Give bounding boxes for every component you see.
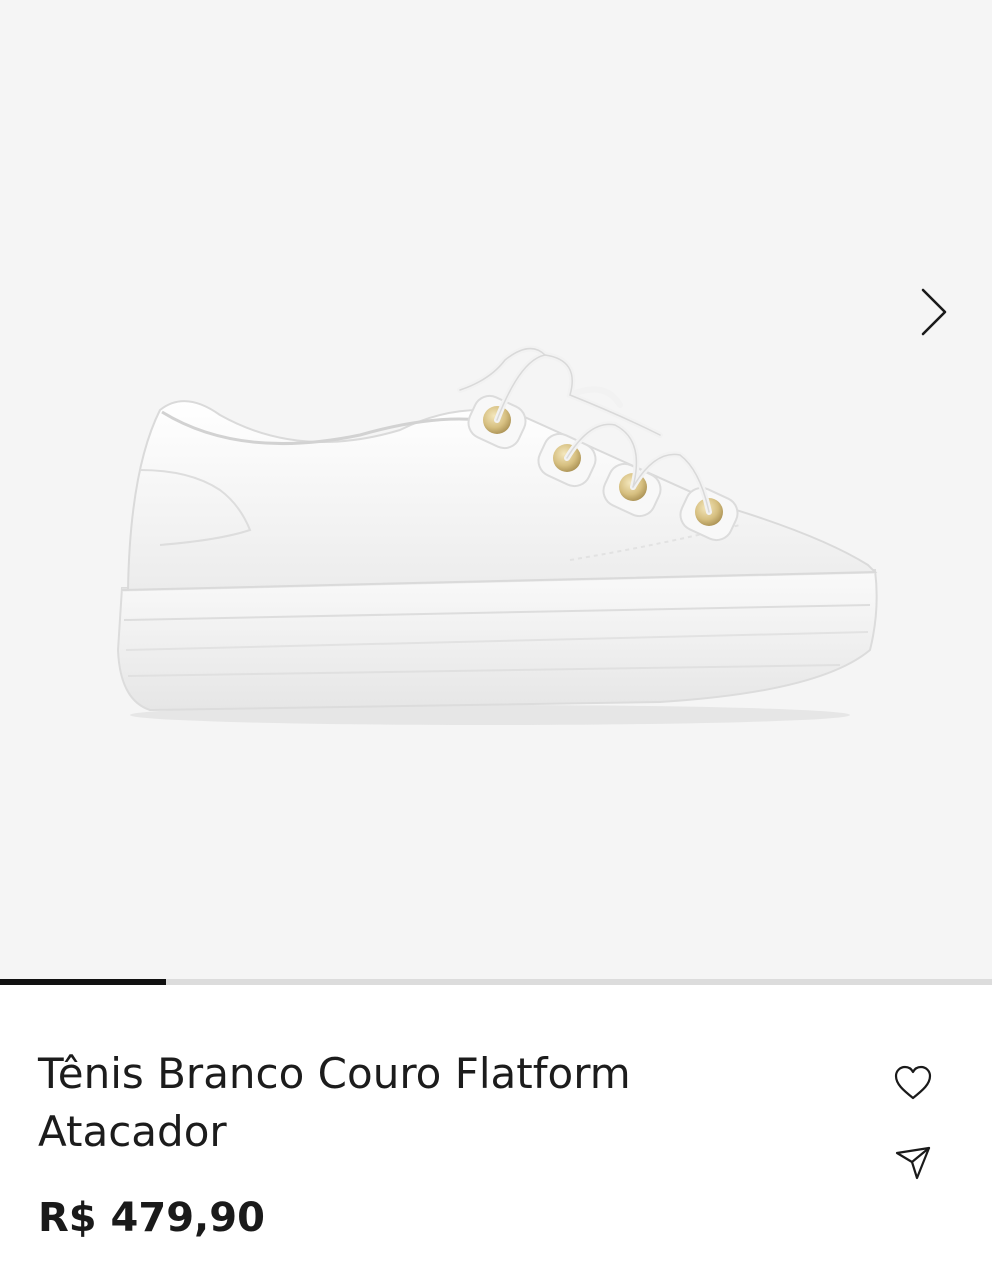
heart-icon [894, 1065, 932, 1100]
product-image-gallery[interactable] [0, 0, 992, 982]
next-image-button[interactable] [912, 284, 956, 340]
favorite-button[interactable] [887, 1057, 939, 1109]
product-title: Tênis Branco Couro Flatform Atacador [38, 1049, 631, 1156]
chevron-right-icon [921, 288, 947, 336]
product-image [116, 345, 878, 725]
product-price: R$ 479,90 [38, 1195, 265, 1241]
product-info: Tênis Branco Couro Flatform Atacador R$ … [0, 985, 992, 1280]
share-button[interactable] [887, 1137, 939, 1189]
send-icon [895, 1146, 931, 1180]
